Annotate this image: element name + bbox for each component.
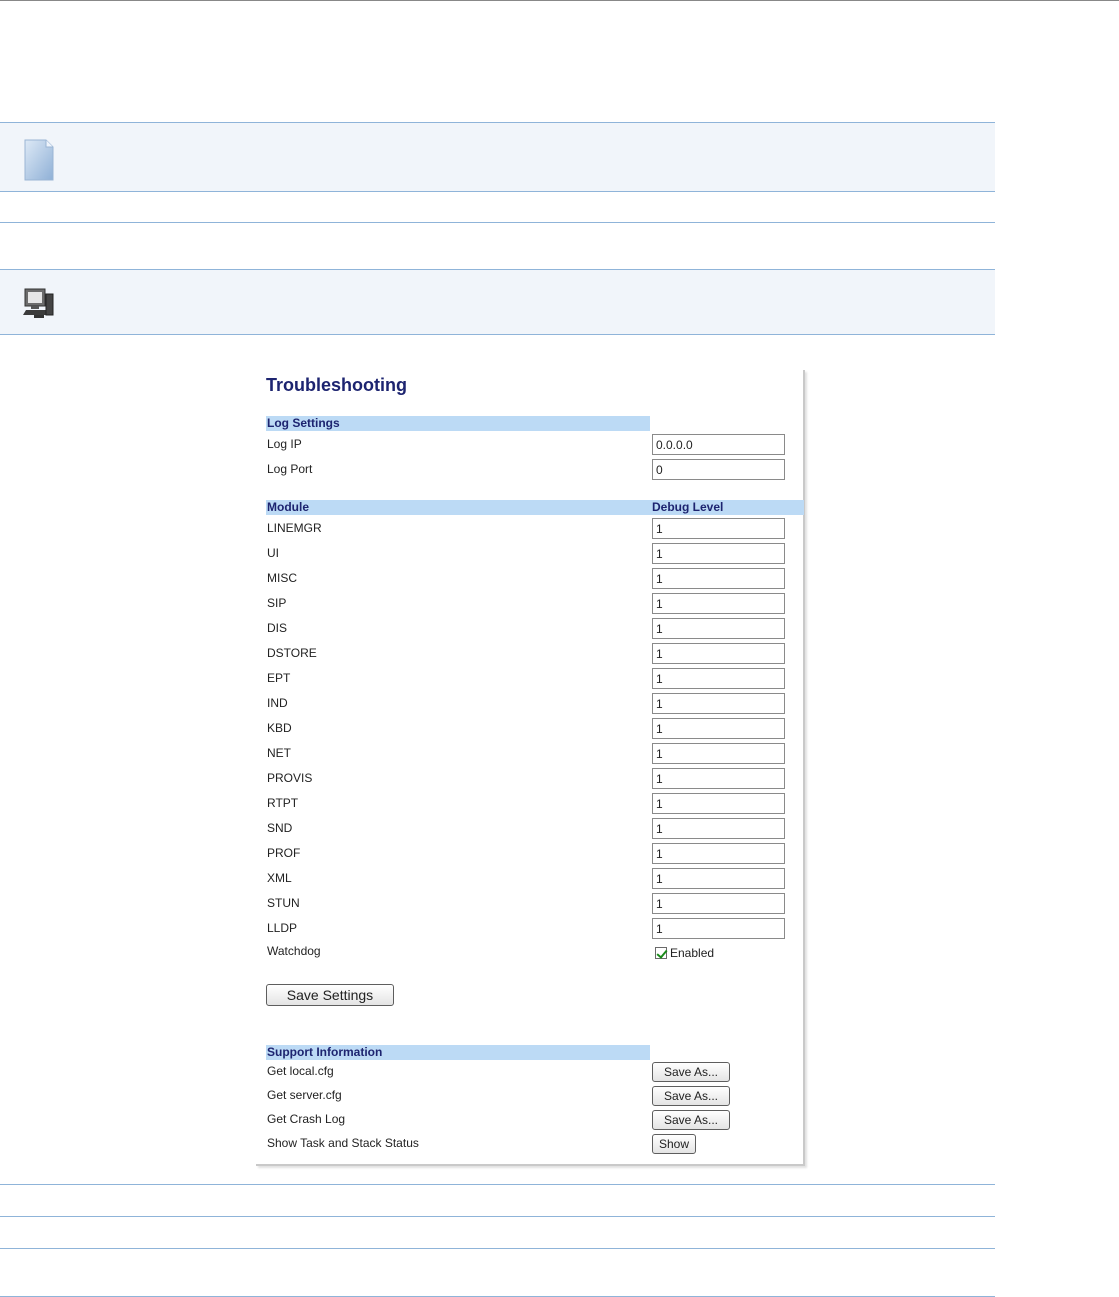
module-row: UI	[267, 543, 787, 565]
module-row: IND	[267, 693, 787, 715]
computer-icon	[22, 286, 56, 325]
module-label: LINEMGR	[267, 521, 322, 535]
log-ip-input[interactable]	[652, 434, 785, 455]
module-row: KBD	[267, 718, 787, 740]
module-row: PROVIS	[267, 768, 787, 790]
debug-level-input[interactable]	[652, 618, 785, 639]
debug-level-input[interactable]	[652, 843, 785, 864]
watchdog-label: Watchdog	[267, 944, 321, 958]
divider-line	[0, 1216, 995, 1217]
debug-level-input[interactable]	[652, 743, 785, 764]
module-row: RTPT	[267, 793, 787, 815]
module-column-title: Module	[267, 500, 309, 514]
watchdog-row: Watchdog Enabled	[267, 944, 787, 966]
debug-level-input[interactable]	[652, 568, 785, 589]
module-row: MISC	[267, 568, 787, 590]
module-label: DIS	[267, 621, 288, 635]
debug-level-input[interactable]	[652, 893, 785, 914]
support-label: Get Crash Log	[267, 1112, 346, 1126]
watchdog-checkbox[interactable]	[655, 947, 667, 959]
divider-line	[0, 1248, 995, 1249]
note-band	[0, 122, 995, 192]
module-row: SND	[267, 818, 787, 840]
log-port-row: Log Port	[267, 459, 787, 481]
debug-level-input[interactable]	[652, 918, 785, 939]
debug-level-input[interactable]	[652, 868, 785, 889]
module-label: NET	[267, 746, 291, 760]
module-row: PROF	[267, 843, 787, 865]
save-as-server-cfg-button[interactable]: Save As...	[652, 1086, 730, 1106]
support-information-title: Support Information	[267, 1045, 383, 1059]
debug-level-input[interactable]	[652, 693, 785, 714]
screenshot-band	[0, 269, 995, 335]
debug-level-column-title: Debug Level	[652, 500, 724, 514]
module-row: DSTORE	[267, 643, 787, 665]
debug-level-input[interactable]	[652, 518, 785, 539]
module-label: PROVIS	[267, 771, 313, 785]
page-title: Troubleshooting	[266, 375, 407, 395]
debug-level-input[interactable]	[652, 793, 785, 814]
support-information-header: Support Information	[266, 1045, 650, 1060]
log-port-input[interactable]	[652, 459, 785, 480]
support-row-server-cfg: Get server.cfg Save As...	[267, 1086, 787, 1108]
show-task-stack-button[interactable]: Show	[652, 1134, 696, 1154]
log-settings-title: Log Settings	[267, 416, 340, 430]
debug-level-input[interactable]	[652, 643, 785, 664]
module-row: NET	[267, 743, 787, 765]
troubleshooting-panel: Troubleshooting Log Settings Log IP Log …	[256, 370, 805, 1166]
module-label: SIP	[267, 596, 287, 610]
save-as-crash-log-button[interactable]: Save As...	[652, 1110, 730, 1130]
module-header: Module Debug Level	[266, 500, 804, 515]
module-row: XML	[267, 868, 787, 890]
debug-level-input[interactable]	[652, 718, 785, 739]
log-ip-row: Log IP	[267, 434, 787, 456]
divider-line	[0, 1184, 995, 1185]
module-label: XML	[267, 871, 292, 885]
module-row: LINEMGR	[267, 518, 787, 540]
support-label: Get server.cfg	[267, 1088, 342, 1102]
module-label: RTPT	[267, 796, 299, 810]
debug-level-input[interactable]	[652, 543, 785, 564]
log-ip-label: Log IP	[267, 437, 302, 451]
module-label: MISC	[267, 571, 297, 585]
module-row: DIS	[267, 618, 787, 640]
debug-level-input[interactable]	[652, 668, 785, 689]
module-label: EPT	[267, 671, 291, 685]
top-rule	[0, 0, 1119, 1]
debug-level-input[interactable]	[652, 768, 785, 789]
module-row: EPT	[267, 668, 787, 690]
debug-level-input[interactable]	[652, 593, 785, 614]
support-row-task-stack: Show Task and Stack Status Show	[267, 1134, 787, 1156]
module-row: STUN	[267, 893, 787, 915]
module-label: UI	[267, 546, 279, 560]
module-label: IND	[267, 696, 288, 710]
module-label: LLDP	[267, 921, 298, 935]
save-settings-button[interactable]: Save Settings	[266, 984, 394, 1006]
support-label: Show Task and Stack Status	[267, 1136, 419, 1150]
support-row-local-cfg: Get local.cfg Save As...	[267, 1062, 787, 1084]
watchdog-checkbox-group[interactable]: Enabled	[655, 946, 714, 960]
module-label: PROF	[267, 846, 301, 860]
module-label: DSTORE	[267, 646, 317, 660]
debug-level-input[interactable]	[652, 818, 785, 839]
divider-line	[0, 222, 995, 223]
log-settings-header: Log Settings	[266, 416, 650, 431]
module-label: KBD	[267, 721, 292, 735]
module-label: STUN	[267, 896, 300, 910]
support-label: Get local.cfg	[267, 1064, 334, 1078]
watchdog-enabled-label[interactable]: Enabled	[670, 946, 714, 960]
module-row: SIP	[267, 593, 787, 615]
module-row: LLDP	[267, 918, 787, 940]
module-label: SND	[267, 821, 293, 835]
note-icon	[22, 137, 56, 188]
support-row-crash-log: Get Crash Log Save As...	[267, 1110, 787, 1132]
log-port-label: Log Port	[267, 462, 313, 476]
save-as-local-cfg-button[interactable]: Save As...	[652, 1062, 730, 1082]
